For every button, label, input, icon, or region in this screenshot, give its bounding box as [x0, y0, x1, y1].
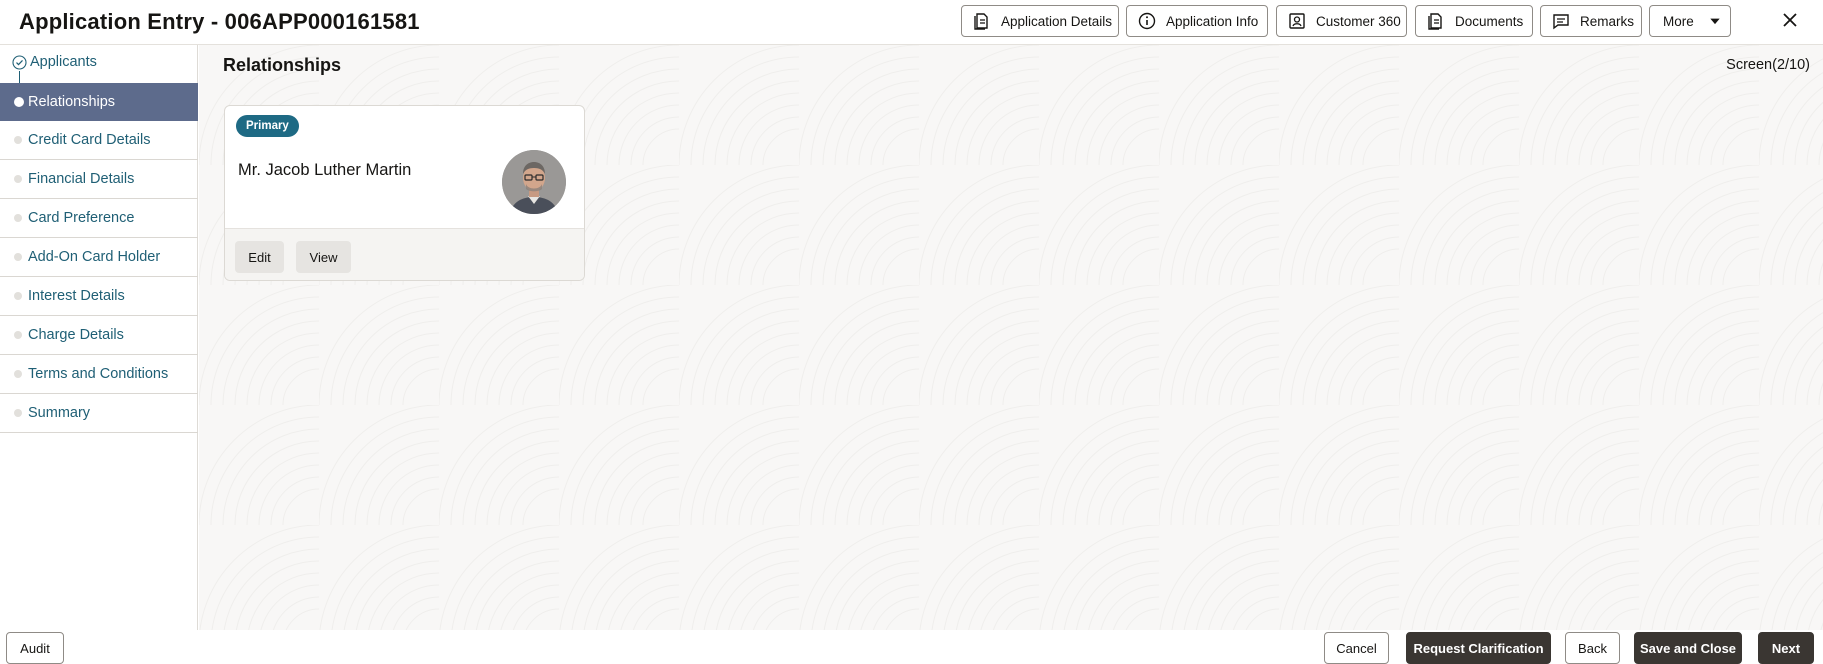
customer-icon: [1289, 13, 1305, 29]
documents-icon: [1428, 13, 1442, 30]
train-stop-sidebar: Applicants Relationships Credit Card Det…: [0, 45, 198, 630]
cancel-button[interactable]: Cancel: [1324, 632, 1389, 664]
section-title: Relationships: [223, 55, 342, 75]
sidebar-item-charge-details[interactable]: Charge Details: [0, 316, 198, 355]
application-info-button[interactable]: Application Info: [1126, 5, 1268, 37]
card-actions: Edit View: [225, 228, 584, 280]
request-clarification-button[interactable]: Request Clarification: [1406, 632, 1551, 664]
applicant-card: Primary Mr. Jacob Luther Martin Edit Vie…: [224, 105, 585, 281]
sidebar-item-label: Credit Card Details: [28, 132, 151, 148]
sidebar-item-terms-and-conditions[interactable]: Terms and Conditions: [0, 355, 198, 394]
page-title: Application Entry - 006APP000161581: [19, 9, 420, 34]
sidebar-item-credit-card-details[interactable]: Credit Card Details: [0, 121, 198, 160]
info-icon: [1138, 12, 1156, 30]
step-dot: [14, 370, 22, 378]
footer-bar: Audit Cancel Request Clarification Back …: [0, 630, 1823, 664]
sidebar-item-label: Relationships: [28, 94, 116, 110]
document-icon: [974, 13, 988, 30]
save-and-close-button[interactable]: Save and Close: [1634, 632, 1742, 664]
sidebar-item-summary[interactable]: Summary: [0, 394, 198, 433]
sidebar-item-label: Terms and Conditions: [28, 366, 169, 382]
check-circle-icon: [12, 55, 27, 70]
sidebar-item-applicants[interactable]: Applicants: [0, 45, 198, 83]
sidebar-item-label: Interest Details: [28, 288, 125, 304]
connector-line: [19, 71, 20, 83]
sidebar-item-label: Summary: [28, 405, 91, 421]
sidebar-item-label: Add-On Card Holder: [28, 249, 161, 265]
active-step-dot: [14, 97, 24, 107]
sidebar-item-label: Applicants: [30, 54, 97, 70]
documents-label: Documents: [1455, 13, 1524, 29]
view-button[interactable]: View: [296, 241, 351, 273]
application-info-label: Application Info: [1166, 13, 1259, 29]
customer-360-button[interactable]: Customer 360: [1276, 5, 1407, 37]
application-details-button[interactable]: Application Details: [961, 5, 1119, 37]
close-icon[interactable]: [1778, 8, 1802, 32]
more-label: More: [1663, 13, 1694, 29]
sidebar-item-card-preference[interactable]: Card Preference: [0, 199, 198, 238]
sidebar-item-add-on-card-holder[interactable]: Add-On Card Holder: [0, 238, 198, 277]
screen-indicator: Screen(2/10): [1726, 57, 1810, 73]
sidebar-item-label: Card Preference: [28, 210, 135, 226]
primary-badge: Primary: [236, 115, 299, 137]
back-button[interactable]: Back: [1565, 632, 1620, 664]
step-dot: [14, 331, 22, 339]
step-dot: [14, 292, 22, 300]
step-dot: [14, 136, 22, 144]
main-content: Relationships Screen(2/10) Primary Mr. J…: [199, 45, 1823, 630]
step-dot: [14, 253, 22, 261]
app-header: Application Entry - 006APP000161581 Appl…: [0, 0, 1823, 45]
avatar: [502, 150, 566, 214]
sidebar-item-relationships[interactable]: Relationships: [0, 83, 198, 121]
applicant-name: Mr. Jacob Luther Martin: [238, 161, 412, 179]
step-dot: [14, 175, 22, 183]
edit-button[interactable]: Edit: [235, 241, 284, 273]
audit-button[interactable]: Audit: [6, 632, 64, 664]
sidebar-item-label: Financial Details: [28, 171, 135, 187]
sidebar-item-label: Charge Details: [28, 327, 124, 343]
sidebar-item-interest-details[interactable]: Interest Details: [0, 277, 198, 316]
application-details-label: Application Details: [1001, 13, 1113, 29]
documents-button[interactable]: Documents: [1415, 5, 1533, 37]
step-dot: [14, 409, 22, 417]
step-dot: [14, 214, 22, 222]
more-button[interactable]: More: [1649, 5, 1731, 37]
comment-icon: [1553, 14, 1569, 30]
caret-down-icon: [1710, 18, 1720, 25]
sidebar-item-financial-details[interactable]: Financial Details: [0, 160, 198, 199]
remarks-button[interactable]: Remarks: [1540, 5, 1642, 37]
remarks-label: Remarks: [1580, 13, 1635, 29]
next-button[interactable]: Next: [1758, 632, 1814, 664]
customer-360-label: Customer 360: [1316, 13, 1401, 29]
